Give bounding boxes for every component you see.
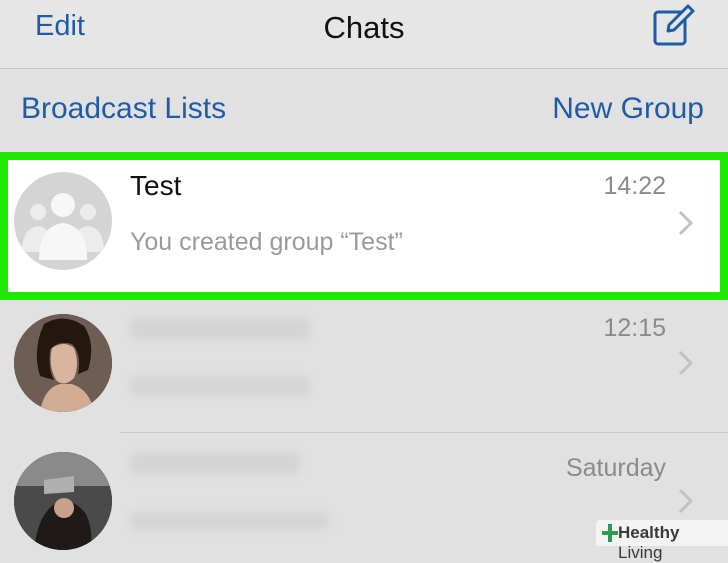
chevron-right-icon	[678, 350, 694, 376]
navigation-bar: Edit Chats	[0, 0, 728, 69]
watermark-logo: Healthy Living	[596, 520, 728, 562]
chevron-right-icon	[678, 210, 694, 236]
broadcast-lists-button[interactable]: Broadcast Lists	[21, 92, 226, 126]
row-separator	[120, 432, 728, 433]
chat-name: Test	[130, 170, 182, 201]
chevron-right-icon	[678, 488, 694, 514]
watermark-text: Healthy Living	[618, 523, 680, 562]
chat-time: 12:15	[603, 314, 666, 342]
page-title: Chats	[323, 10, 405, 45]
group-avatar-icon	[14, 172, 112, 270]
plus-icon	[602, 524, 618, 542]
chat-time: 14:22	[603, 172, 666, 200]
chat-preview: You created group “Test”	[130, 228, 403, 256]
new-group-button[interactable]: New Group	[552, 92, 704, 126]
contact-photo	[14, 314, 112, 412]
contact-photo	[14, 452, 112, 550]
chat-row-test[interactable]: Test 14:22 You created group “Test”	[0, 152, 728, 294]
chats-actions-bar: Broadcast Lists New Group	[0, 69, 728, 149]
chat-time: Saturday	[565, 454, 666, 482]
blurred-contact-name	[130, 318, 310, 340]
blurred-preview	[130, 376, 310, 396]
compose-icon[interactable]	[652, 3, 696, 47]
blurred-preview	[130, 512, 330, 530]
chat-row[interactable]: 12:15	[0, 296, 728, 431]
blurred-contact-name	[130, 452, 300, 474]
